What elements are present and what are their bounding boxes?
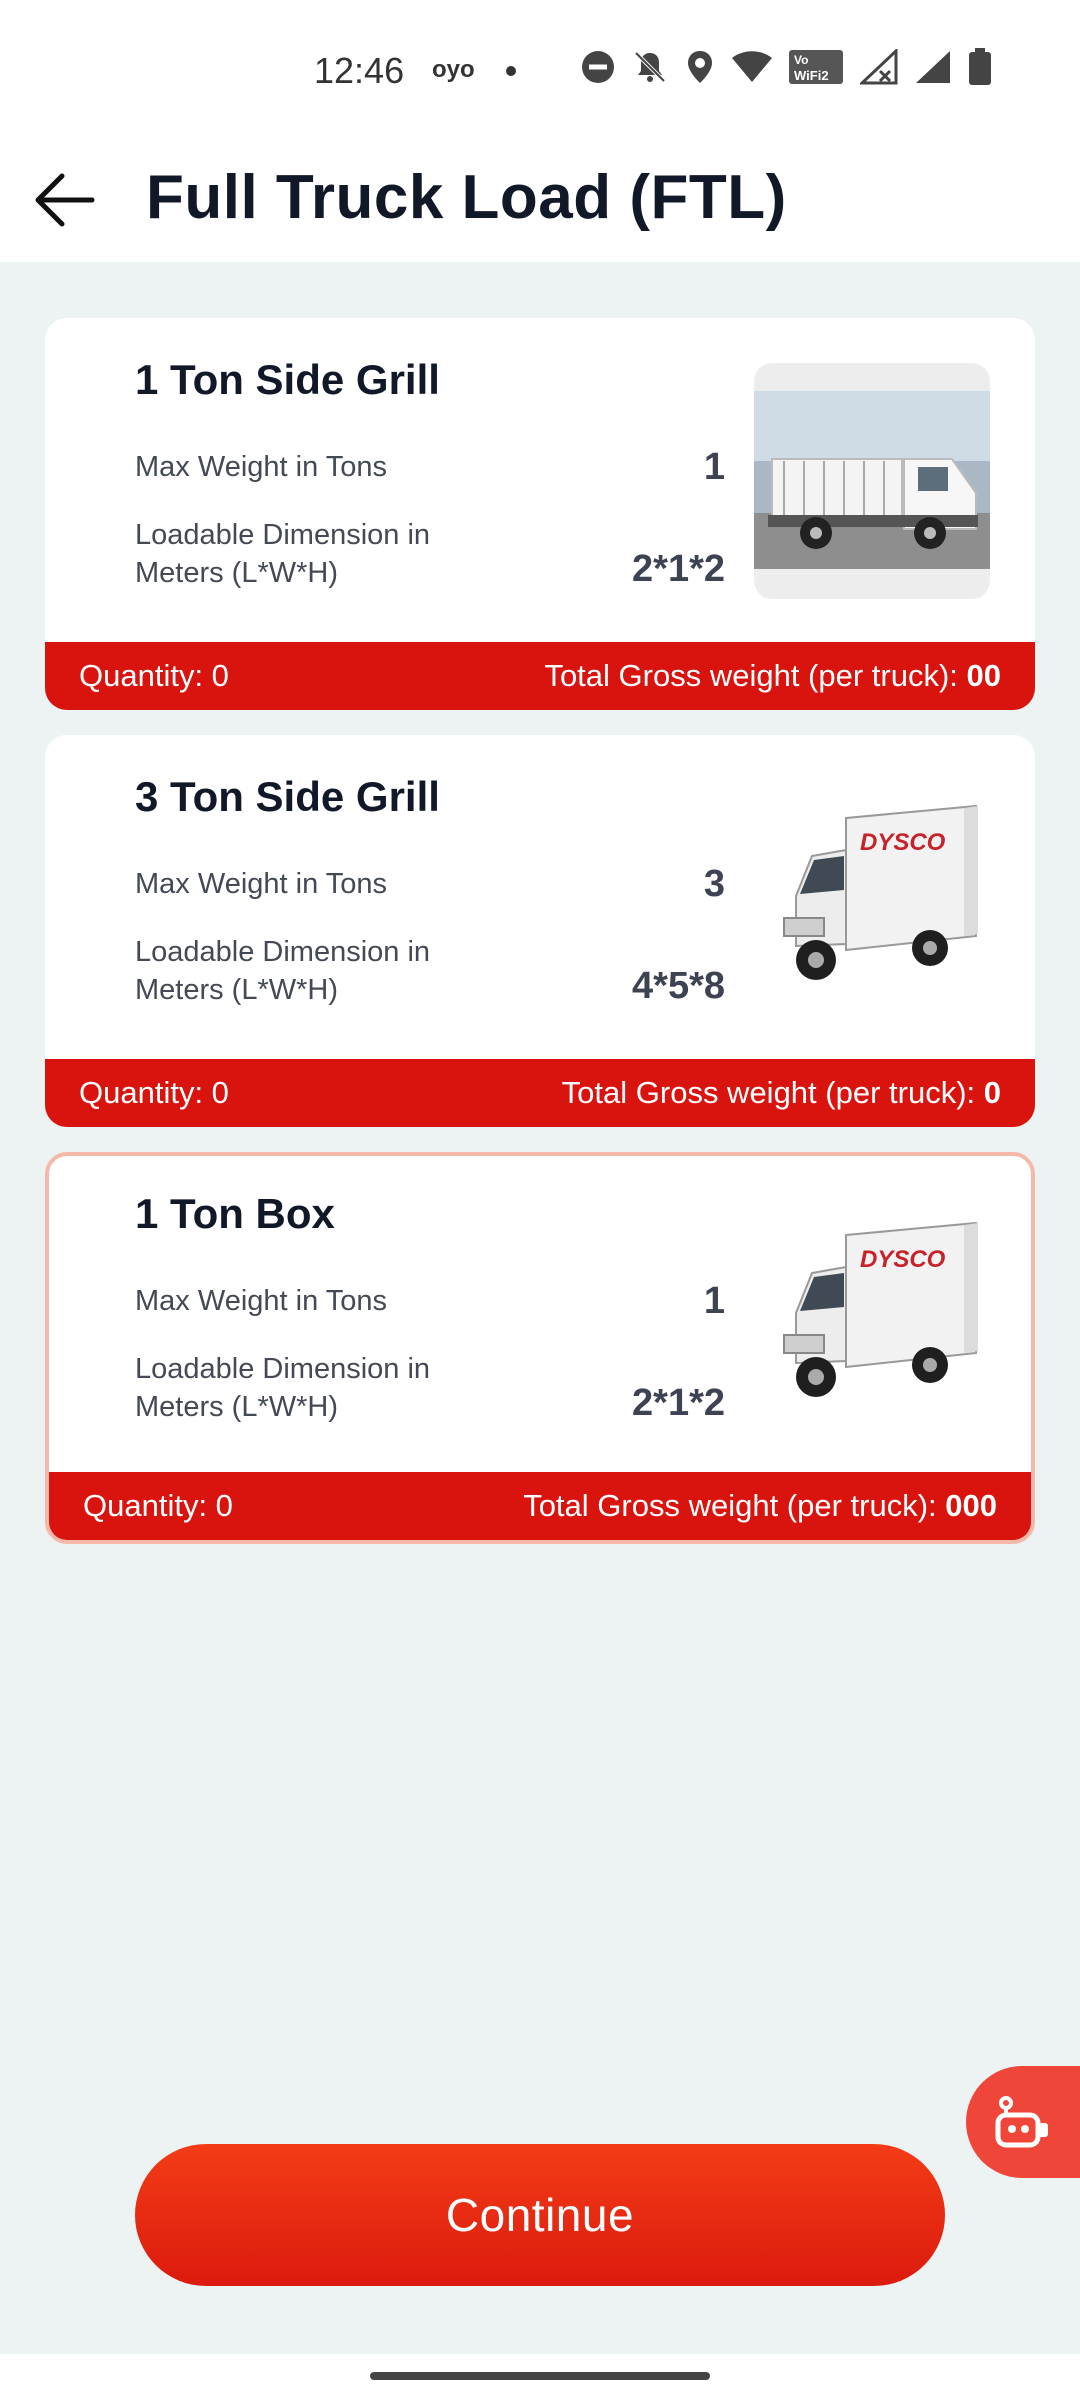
status-icons: Vo WiFi2 [580, 48, 992, 86]
gross-weight: Total Gross weight (per truck): 000 [523, 1488, 997, 1524]
gross-weight-label: Total Gross weight (per truck): [544, 658, 967, 693]
truck-title: 3 Ton Side Grill [135, 773, 440, 820]
gross-weight-value: 000 [945, 1488, 997, 1523]
home-indicator[interactable] [370, 2372, 710, 2380]
gross-weight: Total Gross weight (per truck): 0 [562, 1075, 1001, 1111]
svg-text:DYSCO: DYSCO [860, 829, 946, 856]
dimension-label: Loadable Dimension in Meters (L*W*H) [135, 519, 431, 589]
quantity-label: Quantity: 0 [83, 1488, 233, 1523]
gross-weight-value: 00 [966, 658, 1001, 693]
bell-off-icon [634, 51, 666, 83]
quantity-label: Quantity: 0 [79, 658, 229, 693]
dimension-value: 4*5*8 [632, 965, 725, 1007]
max-weight-label: Max Weight in Tons [135, 868, 387, 900]
status-bar: 12:46 oyo Vo WiFi2 [0, 0, 1080, 140]
page-title: Full Truck Load (FTL) [146, 163, 787, 232]
signal-x-icon [860, 49, 898, 85]
max-weight-label: Max Weight in Tons [135, 451, 387, 483]
truck-card-1-ton-box[interactable]: 1 Ton Box Max Weight in Tons 1 Loadable … [45, 1152, 1035, 1544]
gross-weight: Total Gross weight (per truck): 00 [544, 658, 1001, 694]
location-icon [688, 51, 712, 83]
truck-image: DYSCO [754, 780, 990, 1016]
back-button[interactable] [30, 170, 100, 230]
side-grill-truck-icon [754, 391, 990, 569]
signal-icon [916, 51, 950, 83]
max-weight-value: 1 [703, 446, 725, 488]
svg-text:WiFi2: WiFi2 [794, 68, 829, 83]
status-time: 12:46 [314, 50, 405, 91]
max-weight-value: 1 [703, 1280, 725, 1322]
app-bar: Full Truck Load (FTL) [0, 140, 1080, 262]
support-fab-button[interactable] [966, 2066, 1080, 2178]
box-truck-icon: DYSCO [783, 804, 978, 980]
dimension-label: Loadable Dimension in Meters (L*W*H) [135, 1353, 431, 1423]
box-truck-icon: DYSCO [783, 1221, 978, 1397]
truck-image [754, 363, 990, 599]
gross-weight-value: 0 [983, 1075, 1001, 1110]
wifi-icon [732, 51, 772, 82]
truck-image: DYSCO [754, 1197, 990, 1433]
robot-chat-icon [995, 2096, 1048, 2148]
max-weight-value: 3 [703, 863, 725, 905]
dnd-icon [582, 51, 614, 83]
dimension-label: Loadable Dimension in Meters (L*W*H) [135, 936, 431, 1006]
dimension-value: 2*1*2 [632, 1382, 725, 1424]
svg-text:Vo: Vo [794, 53, 808, 67]
carrier-label: oyo [432, 56, 475, 83]
notification-dot-icon [506, 66, 516, 76]
gross-weight-label: Total Gross weight (per truck): [561, 1075, 984, 1110]
card-footer: Quantity: 0 Total Gross weight (per truc… [45, 1059, 1035, 1127]
continue-button[interactable]: Continue [135, 2144, 945, 2286]
max-weight-label: Max Weight in Tons [135, 1285, 387, 1317]
vowifi-icon: VoWiFi2 [789, 50, 843, 84]
gross-weight-label: Total Gross weight (per truck): [523, 1488, 946, 1523]
arrow-left-icon [35, 173, 95, 227]
truck-title: 1 Ton Box [135, 1190, 335, 1237]
battery-icon [969, 48, 991, 85]
truck-card-3-ton-side-grill[interactable]: 3 Ton Side Grill Max Weight in Tons 3 Lo… [45, 735, 1035, 1127]
svg-text:DYSCO: DYSCO [860, 1246, 946, 1273]
card-footer: Quantity: 0 Total Gross weight (per truc… [45, 642, 1035, 710]
dimension-value: 2*1*2 [632, 548, 725, 590]
quantity-label: Quantity: 0 [79, 1075, 229, 1110]
truck-card-1-ton-side-grill[interactable]: 1 Ton Side Grill Max Weight in Tons 1 Lo… [45, 318, 1035, 710]
truck-title: 1 Ton Side Grill [135, 356, 440, 403]
card-footer: Quantity: 0 Total Gross weight (per truc… [49, 1472, 1031, 1540]
